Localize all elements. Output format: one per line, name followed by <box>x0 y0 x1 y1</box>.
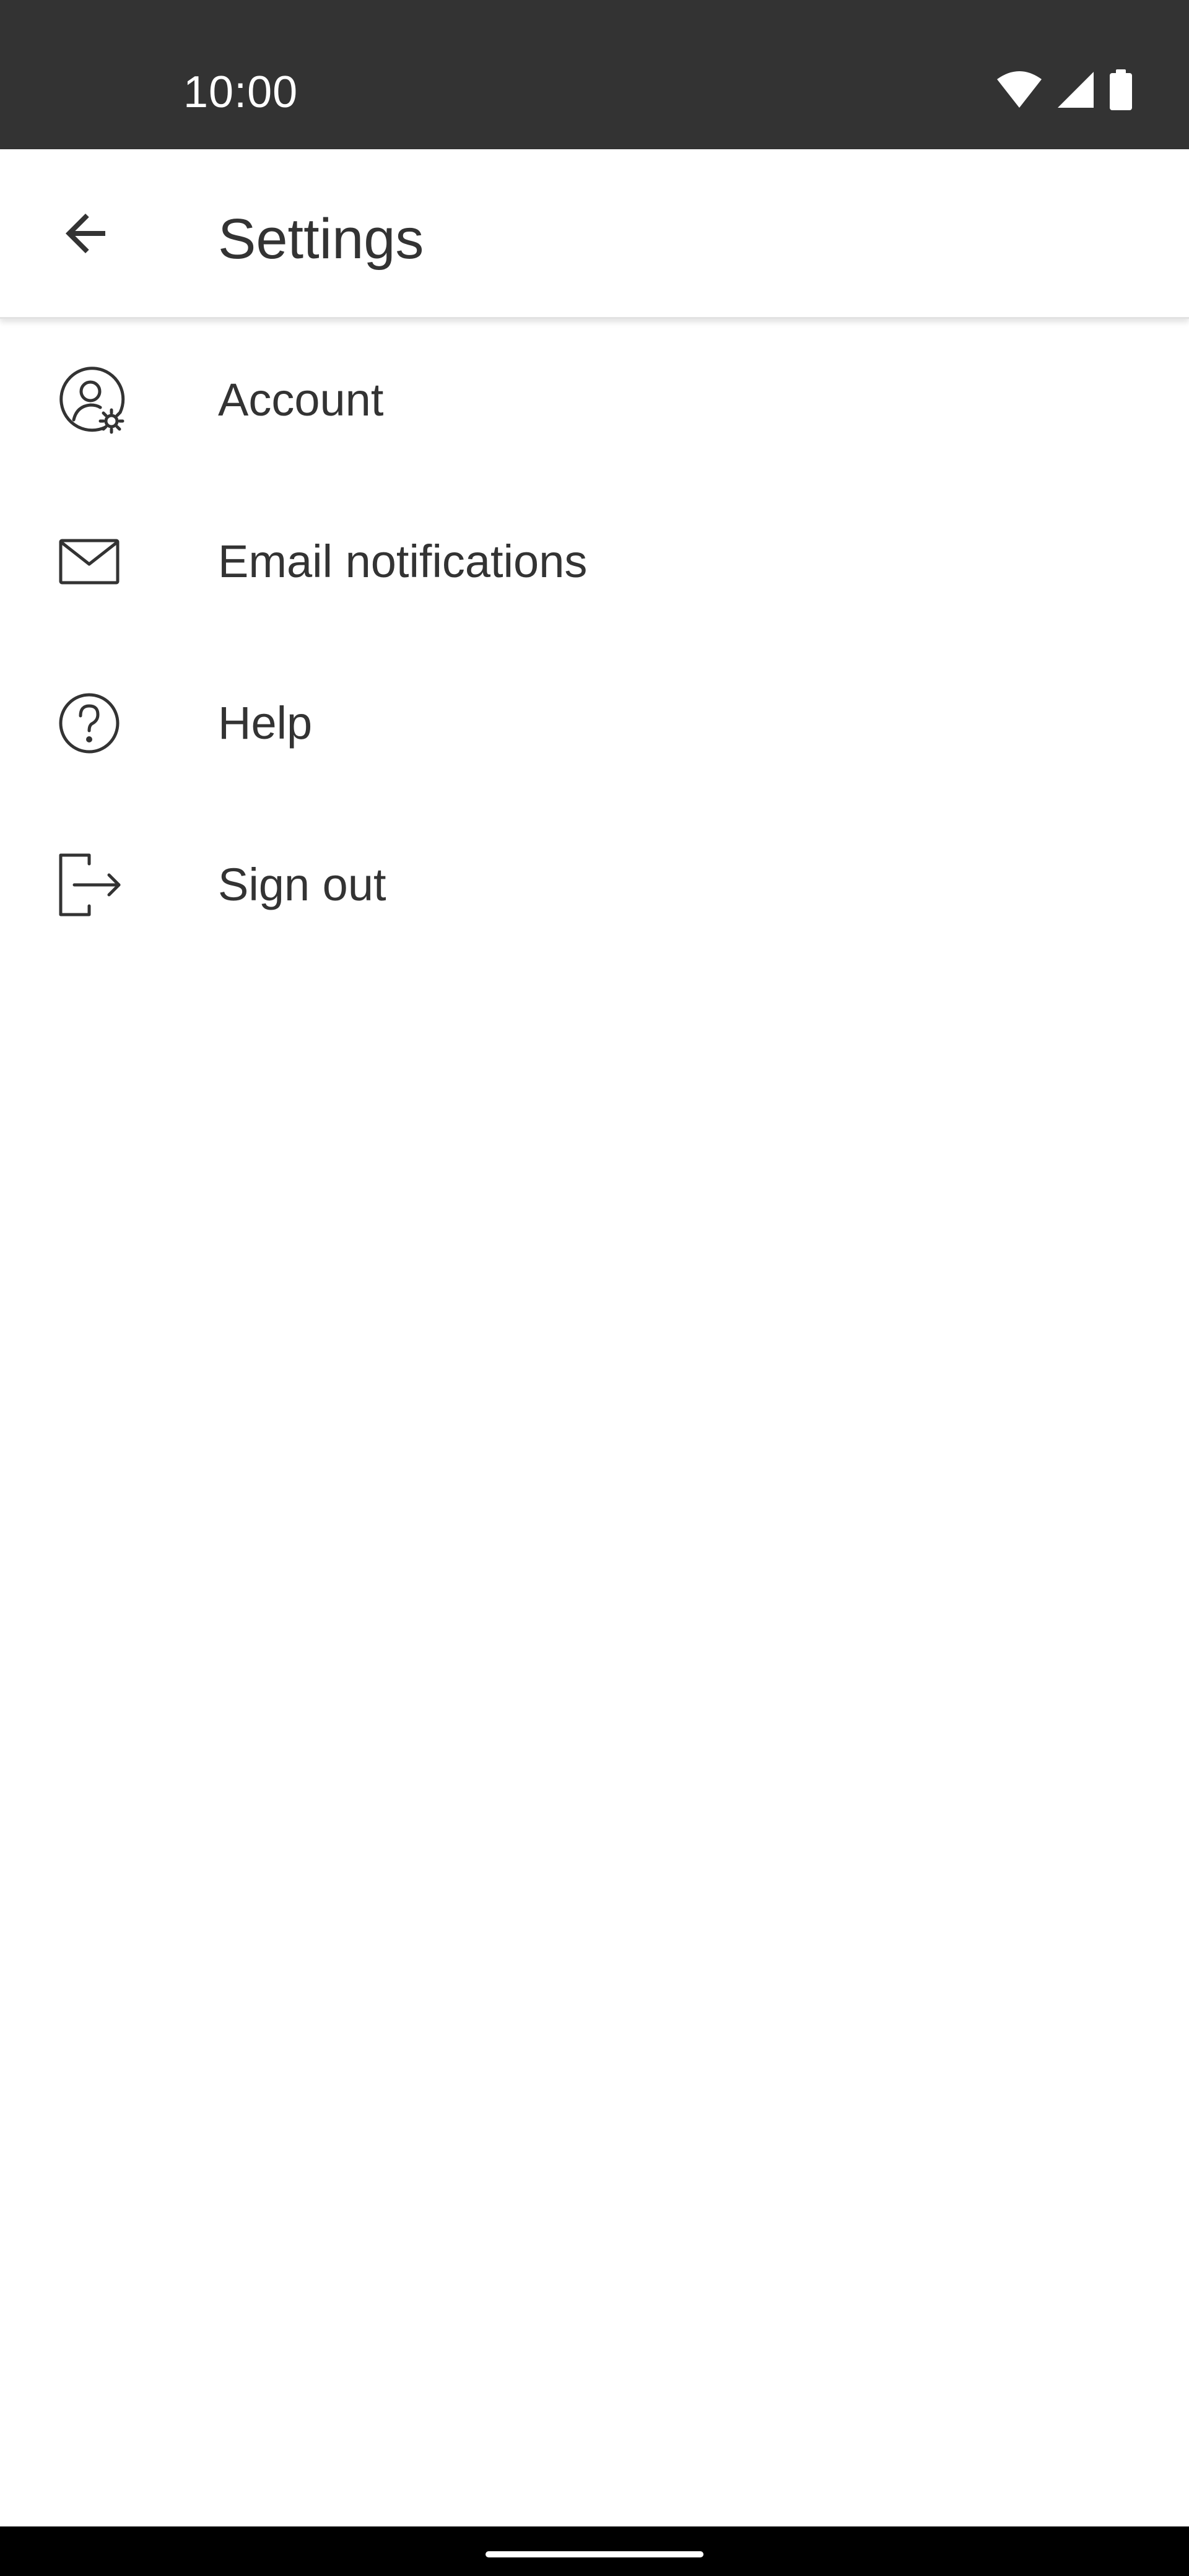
back-button[interactable] <box>37 186 134 283</box>
app-bar: Settings <box>0 149 1189 319</box>
menu-item-label: Help <box>218 697 313 749</box>
menu-item-label: Email notifications <box>218 536 588 587</box>
account-settings-icon <box>57 365 126 435</box>
home-gesture-handle[interactable] <box>486 2551 703 2557</box>
settings-screen: 10:00 Settings Account Email notificatio… <box>0 0 1189 2576</box>
status-time: 10:00 <box>183 67 298 117</box>
sign-out-icon <box>57 850 126 920</box>
navigation-bar <box>0 2526 1189 2576</box>
mail-icon <box>57 527 126 596</box>
battery-icon <box>1108 69 1133 110</box>
menu-item-sign-out[interactable]: Sign out <box>0 806 1189 967</box>
menu-item-label: Account <box>218 374 384 425</box>
menu-item-email-notifications[interactable]: Email notifications <box>0 482 1189 644</box>
menu-item-account[interactable]: Account <box>0 321 1189 482</box>
cellular-signal-icon <box>1056 71 1095 109</box>
arrow-left-icon <box>56 204 115 266</box>
help-circle-icon <box>57 689 126 758</box>
menu-item-help[interactable]: Help <box>0 644 1189 806</box>
menu-item-label: Sign out <box>218 859 386 910</box>
status-icons <box>996 68 1133 111</box>
wifi-icon <box>996 71 1043 109</box>
page-title: Settings <box>218 207 424 271</box>
status-bar: 10:00 <box>0 0 1189 149</box>
settings-menu-list: Account Email notifications Help Sign ou… <box>0 321 1189 967</box>
